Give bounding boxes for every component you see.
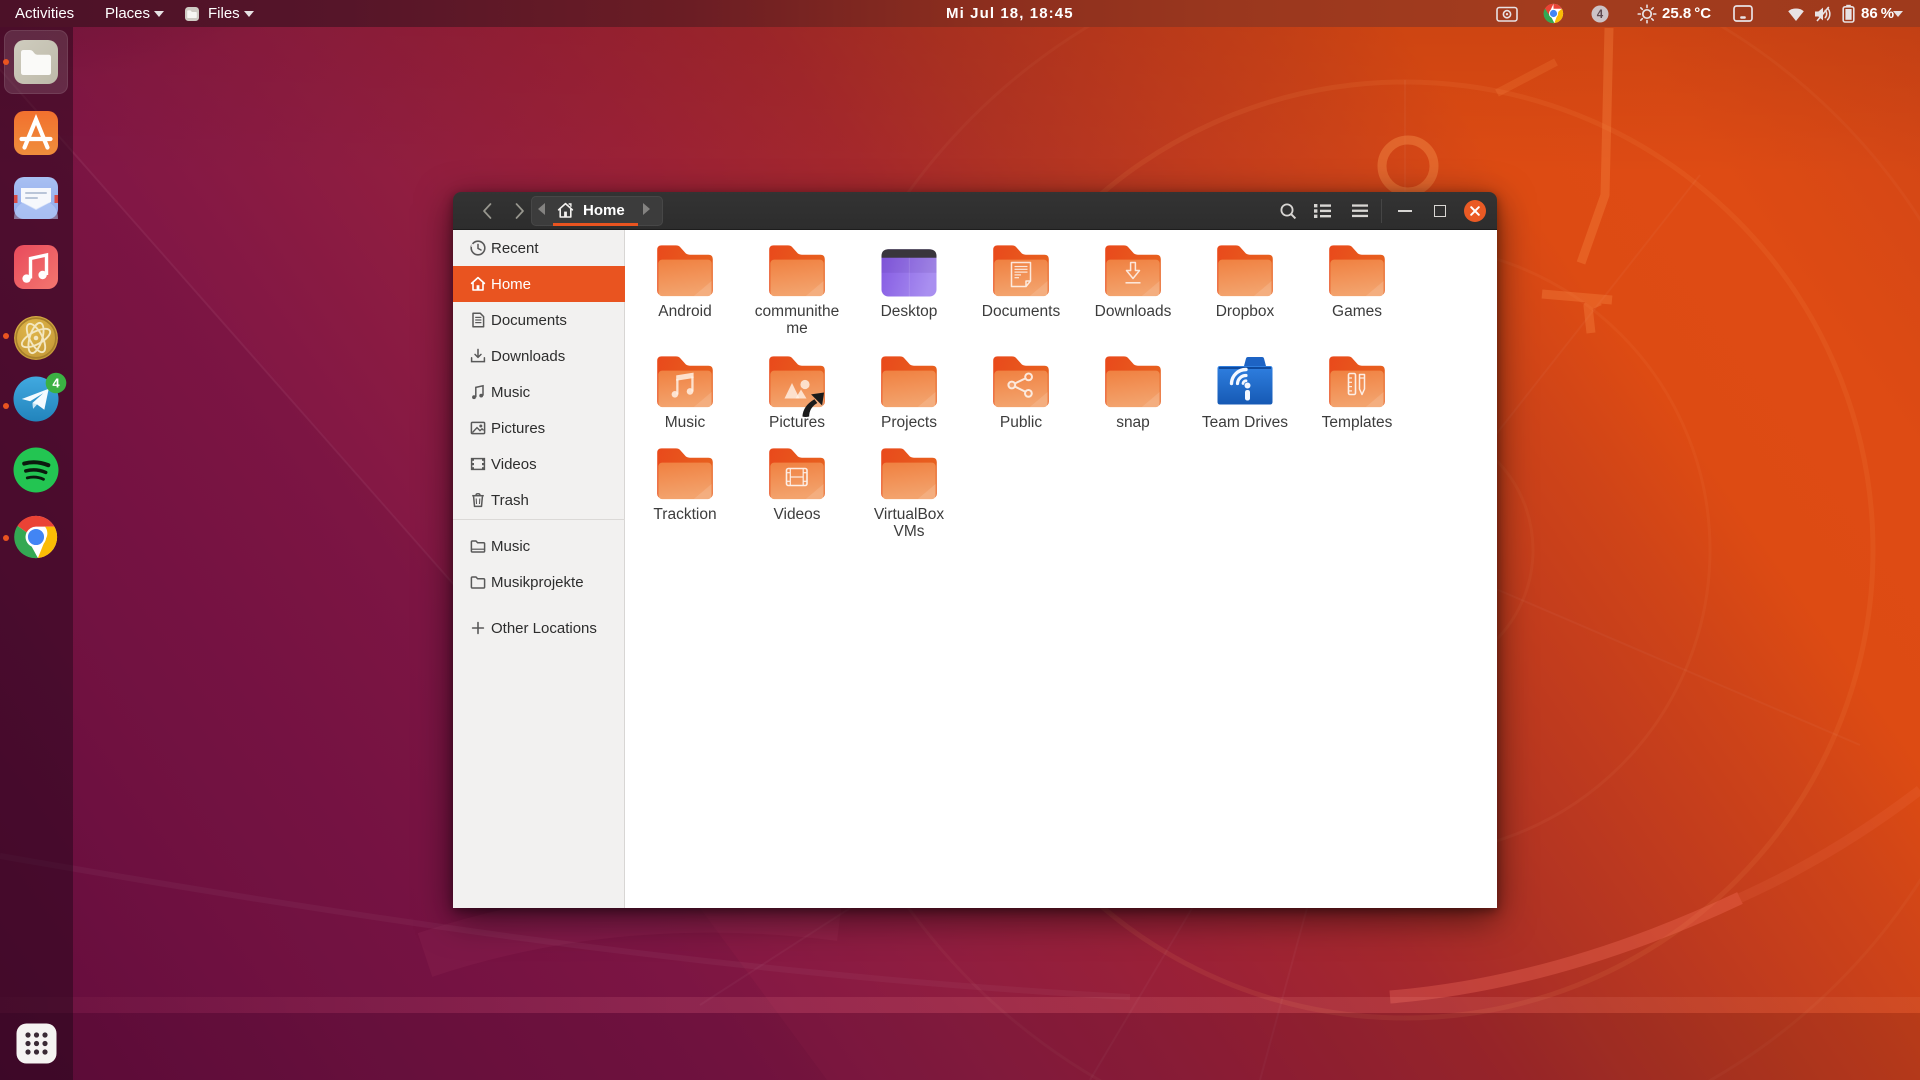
svg-text:4: 4 [1597, 9, 1604, 21]
svg-text:4: 4 [52, 375, 60, 390]
